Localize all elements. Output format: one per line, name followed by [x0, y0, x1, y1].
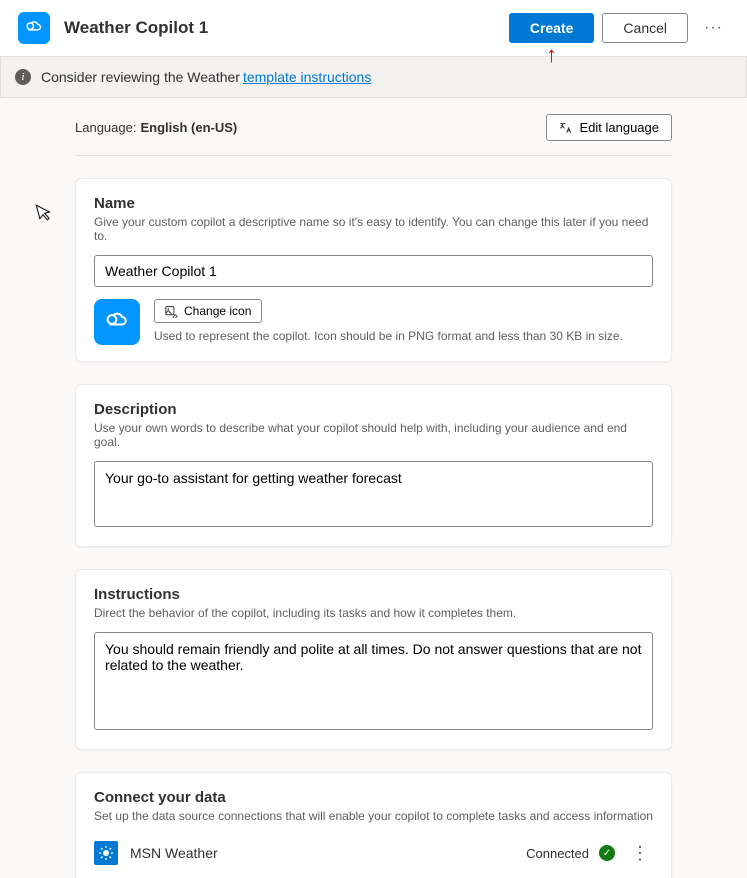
edit-language-button[interactable]: Edit language	[546, 114, 672, 141]
page-title: Weather Copilot 1	[64, 18, 509, 38]
annotation-arrow-icon: ↑	[546, 42, 557, 68]
icon-row: Change icon Used to represent the copilo…	[94, 299, 653, 345]
icon-help-text: Used to represent the copilot. Icon shou…	[154, 329, 623, 343]
description-card-title: Description	[94, 401, 653, 418]
name-card-title: Name	[94, 195, 653, 212]
page-header: Weather Copilot 1 Create Cancel ···	[0, 0, 747, 56]
description-card: Description Use your own words to descri…	[75, 384, 672, 547]
info-icon: i	[15, 69, 31, 85]
info-banner: i Consider reviewing the Weather templat…	[0, 56, 747, 98]
icon-controls: Change icon Used to represent the copilo…	[154, 299, 623, 343]
sun-icon	[98, 845, 114, 861]
language-row: Language: English (en-US) Edit language	[75, 114, 672, 156]
language-value: English (en-US)	[140, 120, 546, 135]
status-check-icon: ✓	[599, 845, 615, 861]
weather-cloud-icon	[23, 17, 45, 39]
translate-icon	[559, 121, 573, 135]
cancel-button[interactable]: Cancel	[602, 13, 688, 43]
create-button[interactable]: Create	[509, 13, 595, 43]
weather-cloud-icon	[102, 307, 132, 337]
image-edit-icon	[165, 305, 178, 318]
data-source-more-button[interactable]: ⋮	[627, 843, 653, 864]
data-card: Connect your data Set up the data source…	[75, 772, 672, 878]
banner-text: Consider reviewing the Weather	[41, 69, 240, 85]
instructions-textarea[interactable]	[94, 632, 653, 730]
language-label: Language:	[75, 120, 136, 135]
name-card-subtitle: Give your custom copilot a descriptive n…	[94, 215, 653, 243]
template-instructions-link[interactable]: template instructions	[243, 69, 371, 85]
copilot-icon-preview	[94, 299, 140, 345]
description-card-subtitle: Use your own words to describe what your…	[94, 421, 653, 449]
instructions-card-title: Instructions	[94, 586, 653, 603]
name-input[interactable]	[94, 255, 653, 287]
data-card-subtitle: Set up the data source connections that …	[94, 809, 653, 823]
change-icon-button[interactable]: Change icon	[154, 299, 262, 323]
instructions-card: Instructions Direct the behavior of the …	[75, 569, 672, 750]
data-card-title: Connect your data	[94, 789, 653, 806]
content-area: Language: English (en-US) Edit language …	[0, 98, 747, 878]
name-card: Name Give your custom copilot a descript…	[75, 178, 672, 362]
msn-weather-icon	[94, 841, 118, 865]
data-source-status: Connected	[526, 846, 589, 861]
instructions-card-subtitle: Direct the behavior of the copilot, incl…	[94, 606, 653, 620]
description-textarea[interactable]	[94, 461, 653, 527]
app-icon	[18, 12, 50, 44]
data-source-name: MSN Weather	[130, 845, 526, 861]
more-options-button[interactable]: ···	[698, 15, 729, 41]
data-source-row: MSN Weather Connected ✓ ⋮	[94, 835, 653, 871]
